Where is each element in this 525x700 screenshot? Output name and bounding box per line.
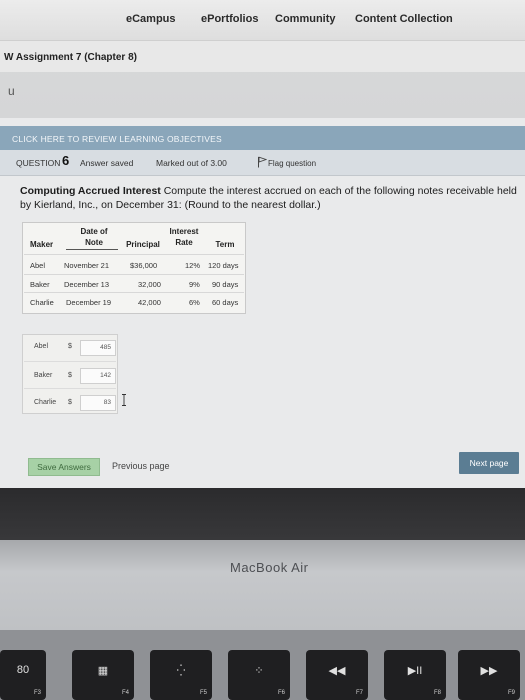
answer-currency-abel: $ — [68, 343, 72, 350]
keyboard-brightness-down-icon: ⁛ — [176, 665, 186, 677]
key-f5[interactable]: ⁛ F5 — [150, 650, 212, 700]
answer-currency-charlie: $ — [68, 399, 72, 406]
header-rate-top: Interest — [169, 227, 199, 236]
nav-eportfolios[interactable]: ePortfolios — [201, 13, 258, 25]
fast-forward-icon: ▶▶ — [480, 665, 498, 677]
row-2-rate: 9% — [189, 280, 200, 289]
play-pause-icon: ▶II — [407, 665, 423, 677]
row-2-term: 90 days — [212, 280, 239, 289]
key-label: F7 — [355, 690, 363, 696]
row-3-maker: Charlie — [30, 298, 54, 307]
row-1-rate: 12% — [185, 261, 201, 270]
key-label: F9 — [507, 690, 515, 696]
flag-icon[interactable] — [257, 156, 267, 168]
answer-label-baker: Baker — [34, 372, 53, 379]
answer-input-abel[interactable]: 485 — [80, 340, 116, 356]
key-label: F8 — [433, 690, 441, 696]
header-term: Term — [215, 240, 235, 249]
key-f4[interactable]: ▦ F4 — [72, 650, 134, 700]
key-label: F3 — [33, 690, 41, 696]
answer-separator — [24, 388, 116, 389]
question-number: 6 — [62, 153, 70, 168]
review-objectives-link[interactable]: CLICK HERE TO REVIEW LEARNING OBJECTIVES — [12, 134, 222, 144]
text-cursor-icon — [122, 394, 126, 406]
row-2-principal: 32,000 — [138, 280, 161, 289]
key-f3[interactable]: 80 F3 — [0, 650, 46, 700]
key-f7[interactable]: ◀◀ F7 — [306, 650, 368, 700]
row-separator — [24, 274, 244, 275]
top-navigation: eCampus ePortfolios Community Content Co… — [0, 0, 525, 40]
save-answers-button[interactable]: Save Answers — [28, 458, 100, 476]
previous-page-link[interactable]: Previous page — [112, 461, 170, 471]
assignment-title[interactable]: W Assignment 7 (Chapter 8) — [4, 52, 137, 63]
nav-ecampus[interactable]: eCampus — [126, 13, 176, 25]
key-f6[interactable]: ⁘ F6 — [228, 650, 290, 700]
answer-currency-baker: $ — [68, 372, 72, 379]
mission-control-icon: 80 — [16, 664, 30, 676]
launchpad-icon: ▦ — [97, 665, 109, 677]
answer-input-baker[interactable]: 142 — [80, 368, 116, 384]
keyboard-brightness-up-icon: ⁘ — [254, 665, 264, 677]
header-date-top: Date of — [80, 227, 108, 236]
course-letter: u — [8, 84, 15, 98]
answer-label-charlie: Charlie — [34, 399, 57, 406]
row-1-date: November 21 — [64, 261, 110, 270]
row-3-rate: 6% — [189, 298, 200, 307]
key-label: F6 — [277, 690, 285, 696]
next-page-button[interactable]: Next page — [459, 452, 519, 474]
key-label: F4 — [121, 690, 129, 696]
laptop-brand: MacBook Air — [230, 560, 309, 575]
row-2-date: December 13 — [64, 280, 110, 289]
row-1-term: 120 days — [208, 261, 239, 270]
nav-community[interactable]: Community — [275, 13, 336, 25]
key-label: F5 — [199, 690, 207, 696]
header-separator — [24, 254, 244, 255]
key-f8[interactable]: ▶II F8 — [384, 650, 446, 700]
prompt-title: Computing Accrued Interest — [20, 185, 161, 197]
rewind-icon: ◀◀ — [328, 665, 346, 677]
flag-question-link[interactable]: Flag question — [268, 159, 316, 168]
question-marks: Marked out of 3.00 — [156, 158, 227, 168]
key-f9[interactable]: ▶▶ F9 — [458, 650, 520, 700]
laptop-body — [0, 540, 525, 630]
header-maker: Maker — [30, 240, 54, 249]
answer-separator — [24, 361, 116, 362]
row-3-principal: 42,000 — [138, 298, 161, 307]
header-rate-bottom: Rate — [175, 238, 193, 247]
row-3-date: December 19 — [66, 298, 112, 307]
answer-label-abel: Abel — [34, 343, 49, 350]
question-prompt: Computing Accrued Interest Compute the i… — [20, 184, 520, 212]
row-1-maker: Abel — [30, 261, 46, 270]
nav-content-collection[interactable]: Content Collection — [355, 13, 453, 25]
row-3-term: 60 days — [212, 298, 239, 307]
header-date-underline — [66, 249, 118, 250]
header-date-bottom: Note — [85, 238, 103, 247]
header-principal: Principal — [126, 240, 160, 249]
answer-status: Answer saved — [80, 158, 134, 168]
question-label: QUESTION — [16, 158, 61, 168]
row-separator — [24, 292, 244, 293]
screen-bezel — [0, 488, 525, 548]
row-2-maker: Baker — [30, 280, 50, 289]
row-1-principal: $36,000 — [130, 261, 158, 270]
answer-input-charlie[interactable]: 83 — [80, 395, 116, 411]
